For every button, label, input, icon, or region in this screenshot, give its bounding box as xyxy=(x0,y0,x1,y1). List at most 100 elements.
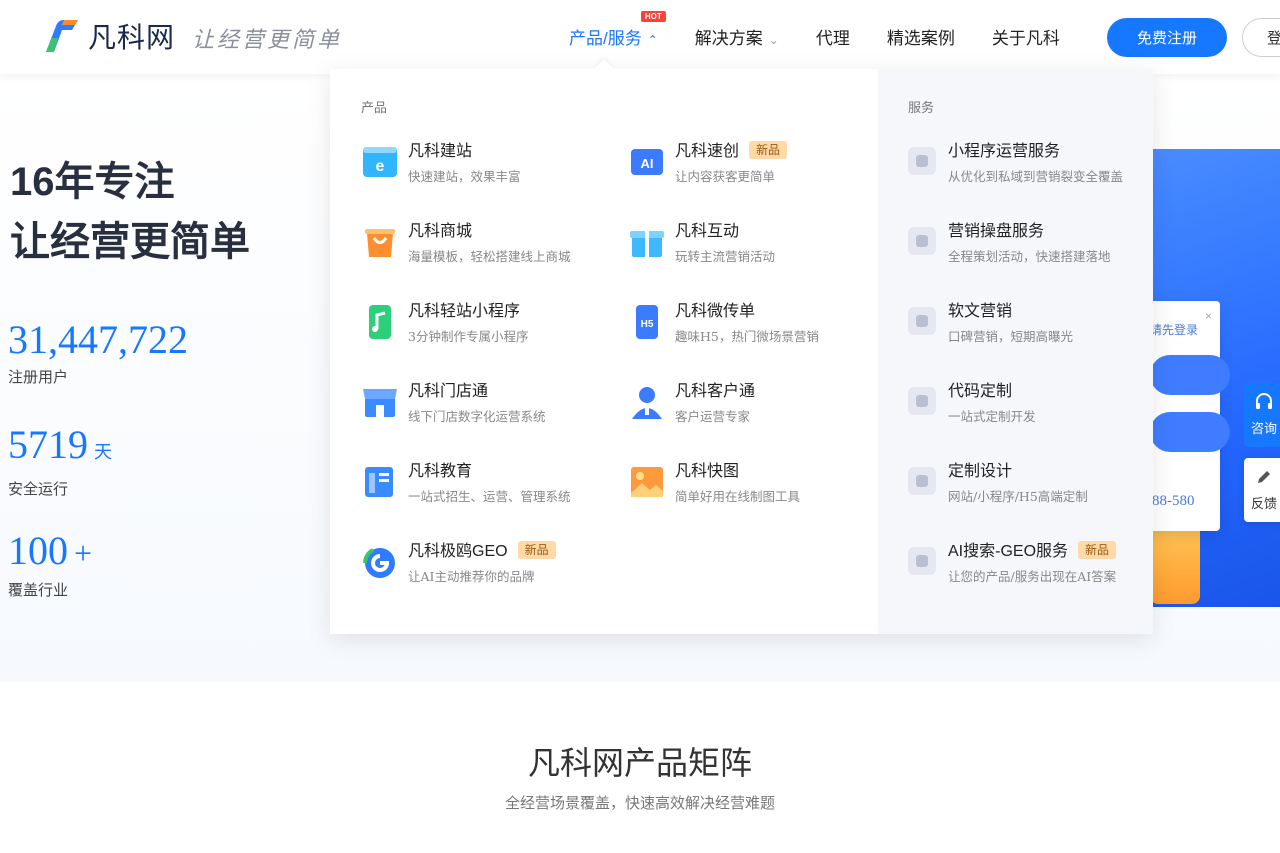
stat-unit: 天 xyxy=(94,442,112,462)
product-name: 凡科门店通 xyxy=(408,383,489,400)
product-item-shangcheng[interactable]: 凡科商城 海量模板，轻松搭建线上商城 xyxy=(361,221,571,265)
product-desc: 一站式招生、运营、管理系统 xyxy=(408,489,571,504)
slogan: 让经营更简单 xyxy=(192,28,343,53)
login-option-button[interactable] xyxy=(1150,412,1230,452)
service-item-soft-article[interactable]: 软文营销口碑营销，短期高曝光 xyxy=(908,301,1073,345)
service-name: 定制设计 xyxy=(948,463,1013,480)
service-item-design[interactable]: 定制设计 网站/小程序/H5高端定制 xyxy=(908,461,1088,505)
code-icon xyxy=(908,387,936,415)
product-name-text: 凡科速创 xyxy=(675,143,740,160)
website-builder-icon: e xyxy=(361,143,399,181)
close-icon[interactable]: × xyxy=(1205,309,1212,323)
product-name: 凡科建站 xyxy=(408,143,473,160)
product-item-qingzhan[interactable]: 凡科轻站小程序 3分钟制作专属小程序 xyxy=(361,301,528,345)
service-desc: 口碑营销，短期高曝光 xyxy=(948,329,1074,344)
register-button[interactable]: 免费注册 xyxy=(1107,18,1227,57)
product-name: 凡科客户通 xyxy=(675,383,756,400)
service-name: 软文营销 xyxy=(948,303,1013,320)
product-desc: 3分钟制作专属小程序 xyxy=(408,329,529,344)
product-desc: 趣味H5，热门微场景营销 xyxy=(675,329,819,344)
document-icon xyxy=(908,307,936,335)
login-prompt-text: 请先登录 xyxy=(1150,323,1199,337)
product-desc: 线下门店数字化运营系统 xyxy=(408,409,546,424)
bulb-icon xyxy=(908,227,936,255)
feedback-button[interactable]: 反馈 xyxy=(1244,458,1280,522)
chart-icon xyxy=(908,147,936,175)
product-item-suchuang[interactable]: AI 凡科速创 新品让内容获客更简单 xyxy=(628,141,788,185)
geo-g-icon xyxy=(361,543,399,581)
nav-products-services[interactable]: 产品/服务 ⌃ HOT xyxy=(569,11,666,49)
hero-title-line: 让经营更简单 xyxy=(10,220,250,264)
service-item-marketing-ops[interactable]: 营销操盘服务 全程策划活动，快速搭建落地 xyxy=(908,221,1111,265)
product-item-weichuandan[interactable]: H5 凡科微传单趣味H5，热门微场景营销 xyxy=(628,301,819,345)
hot-badge: HOT xyxy=(640,11,666,22)
product-desc: 快速建站，效果丰富 xyxy=(408,169,521,184)
product-desc: 客户运营专家 xyxy=(675,409,751,424)
stat-label: 安全运行 xyxy=(8,481,69,498)
service-name: 代码定制 xyxy=(948,383,1013,400)
product-desc: 简单好用在线制图工具 xyxy=(675,489,801,504)
product-item-kehutong[interactable]: 凡科客户通客户运营专家 xyxy=(628,381,755,425)
stat-label: 注册用户 xyxy=(8,369,69,386)
shopping-bag-icon xyxy=(361,223,399,261)
product-item-mendiantong[interactable]: 凡科门店通线下门店数字化运营系统 xyxy=(361,381,546,425)
section-subtitle: 全经营场景覆盖，快速高效解决经营难题 xyxy=(504,795,775,812)
product-desc: 让内容获客更简单 xyxy=(675,169,776,184)
stat-users: 31,447,722 注册用户 xyxy=(8,318,188,387)
stat-unit: + xyxy=(74,535,93,571)
product-name: 凡科极鸥GEO 新品 xyxy=(408,541,556,563)
product-item-geo[interactable]: 凡科极鸥GEO 新品让AI主动推荐你的品牌 xyxy=(361,541,556,585)
login-button[interactable]: 登 xyxy=(1242,18,1280,57)
product-name-text: 凡科极鸥GEO xyxy=(408,543,508,560)
headset-icon xyxy=(1254,393,1274,416)
chevron-up-icon: ⌃ xyxy=(647,33,658,47)
product-name: 凡科轻站小程序 xyxy=(408,303,521,320)
product-name: 凡科速创 新品 xyxy=(675,141,788,163)
login-option-button[interactable] xyxy=(1150,355,1230,395)
service-desc: 让您的产品/服务出现在AI答案 xyxy=(948,569,1117,584)
nav-solutions[interactable]: 解决方案 ⌄ xyxy=(695,24,779,49)
product-item-jianzhan[interactable]: e 凡科建站快速建站，效果丰富 xyxy=(361,141,521,185)
new-badge: 新品 xyxy=(749,141,788,159)
stat-value: 5719 天 xyxy=(8,423,112,474)
hero-title: 16年专注 让经营更简单 xyxy=(10,152,250,272)
product-desc: 让AI主动推荐你的品牌 xyxy=(408,569,535,584)
service-item-ai-geo[interactable]: AI搜索-GEO服务 新品让您的产品/服务出现在AI答案 xyxy=(908,541,1116,585)
design-tools-icon xyxy=(908,467,936,495)
ai-icon: AI xyxy=(628,143,666,181)
svg-text:AI: AI xyxy=(641,156,654,171)
logo-text: 凡科网 xyxy=(88,21,176,54)
product-name: 凡科微传单 xyxy=(675,303,756,320)
nav-about[interactable]: 关于凡科 xyxy=(992,24,1060,49)
product-item-hudong[interactable]: 凡科互动 玩转主流营销活动 xyxy=(628,221,775,265)
products-column: 产品 e 凡科建站 快速建站，效果丰富 凡科商城 海量模板，轻松搭建线上商城 凡科轻… xyxy=(330,69,878,634)
new-badge: 新品 xyxy=(517,541,556,559)
logo[interactable]: 凡科网 xyxy=(42,16,175,56)
service-desc: 一站式定制开发 xyxy=(948,409,1036,424)
gift-icon xyxy=(628,223,666,261)
consult-button[interactable]: 咨询 xyxy=(1244,383,1280,447)
product-name: 凡科教育 xyxy=(408,463,473,480)
service-name: 小程序运营服务 xyxy=(948,143,1061,160)
product-name: 凡科互动 xyxy=(675,223,740,240)
product-item-jiaoyu[interactable]: 凡科教育一站式招生、运营、管理系统 xyxy=(361,461,571,505)
feedback-label: 反馈 xyxy=(1250,496,1277,511)
products-services-dropdown: 产品 e 凡科建站 快速建站，效果丰富 凡科商城 海量模板，轻松搭建线上商城 凡科轻… xyxy=(330,69,1153,634)
service-item-code-custom[interactable]: 代码定制一站式定制开发 xyxy=(908,381,1036,425)
image-icon xyxy=(628,463,666,501)
ai-search-icon xyxy=(908,547,936,575)
product-name: 凡科快图 xyxy=(675,463,740,480)
svg-text:e: e xyxy=(376,158,385,175)
product-item-kuaitu[interactable]: 凡科快图简单好用在线制图工具 xyxy=(628,461,800,505)
store-icon xyxy=(361,383,399,421)
nav-cases[interactable]: 精选案例 xyxy=(887,24,955,49)
services-heading: 服务 xyxy=(908,100,935,115)
stat-number: 31,447,722 xyxy=(8,317,188,362)
services-column: 服务 小程序运营服务 从优化到私域到营销裂变全覆盖 营销操盘服务 全程策划活动，快速… xyxy=(878,69,1153,634)
nav-agent[interactable]: 代理 xyxy=(816,24,850,49)
hero-title-line: 16年专注 xyxy=(10,160,175,204)
service-name: AI搜索-GEO服务 新品 xyxy=(948,541,1117,563)
h5-icon: H5 xyxy=(628,303,666,341)
service-item-miniprogram-ops[interactable]: 小程序运营服务 从优化到私域到营销裂变全覆盖 xyxy=(908,141,1123,185)
pencil-icon xyxy=(1255,468,1273,491)
